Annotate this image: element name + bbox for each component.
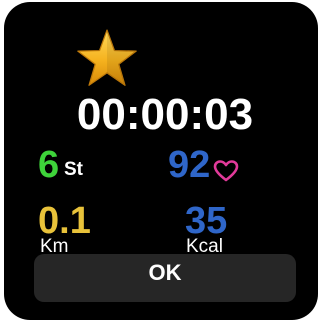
ok-button[interactable]: OK xyxy=(34,254,296,302)
star-icon xyxy=(77,29,137,86)
steps-value: 6 xyxy=(38,144,60,186)
heart-rate-value: 92 xyxy=(168,144,211,186)
steps-unit: St xyxy=(64,159,83,180)
ok-button-label: OK xyxy=(148,260,182,285)
heart-icon xyxy=(213,160,239,182)
elapsed-timer: 00:00:03 xyxy=(76,90,254,139)
watch-bezel: 00:00:03 6 St 92 0.1 Km 35 Kcal OK xyxy=(4,2,318,320)
workout-summary-screen: 00:00:03 6 St 92 0.1 Km 35 Kcal OK xyxy=(24,16,306,312)
